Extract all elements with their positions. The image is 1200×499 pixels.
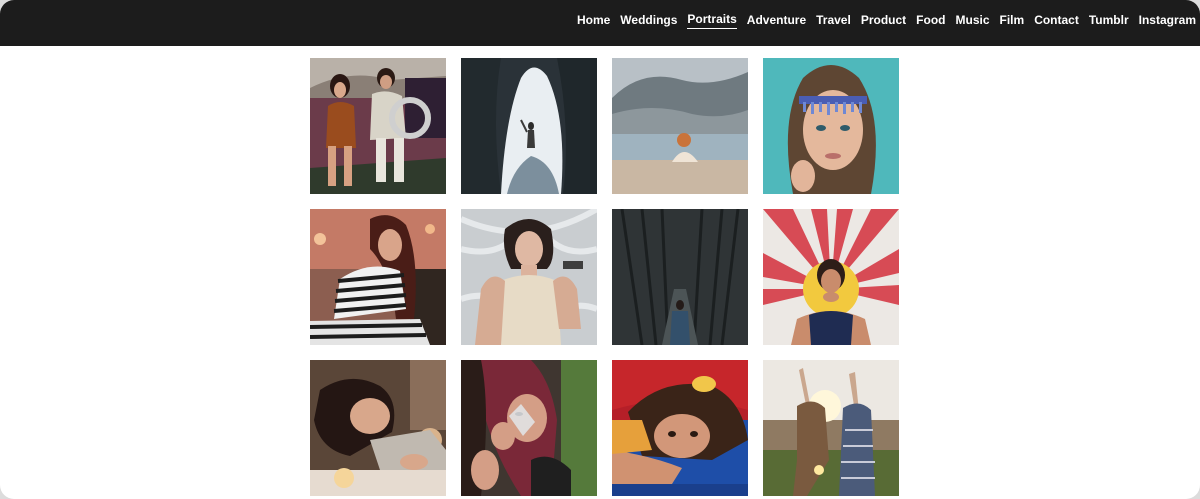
nav-instagram[interactable]: Instagram xyxy=(1139,12,1196,29)
top-navigation-bar: Home Weddings Portraits Adventure Travel… xyxy=(0,0,1200,46)
nav-weddings[interactable]: Weddings xyxy=(620,12,677,29)
nav-adventure[interactable]: Adventure xyxy=(747,12,806,29)
nav-portraits[interactable]: Portraits xyxy=(687,11,737,29)
gallery-photo-sunburst[interactable] xyxy=(763,209,899,345)
gallery-photo-cave[interactable] xyxy=(461,58,597,194)
nav-tumblr[interactable]: Tumblr xyxy=(1089,12,1129,29)
gallery-photo-table[interactable] xyxy=(310,360,446,496)
gallery-photo-blue-blanket[interactable] xyxy=(612,360,748,496)
gallery-photo-crystal[interactable] xyxy=(461,360,597,496)
gallery-photo-forest[interactable] xyxy=(612,209,748,345)
nav-contact[interactable]: Contact xyxy=(1034,12,1079,29)
portrait-gallery-grid xyxy=(310,58,899,496)
nav-travel[interactable]: Travel xyxy=(816,12,851,29)
nav-home[interactable]: Home xyxy=(577,12,610,29)
gallery-photo-headband-girl[interactable] xyxy=(763,58,899,194)
nav-music[interactable]: Music xyxy=(956,12,990,29)
gallery-photo-sunset-friends[interactable] xyxy=(763,360,899,496)
nav-product[interactable]: Product xyxy=(861,12,906,29)
nav-film[interactable]: Film xyxy=(1000,12,1025,29)
gallery-photo-lake[interactable] xyxy=(612,58,748,194)
nav-food[interactable]: Food xyxy=(916,12,945,29)
main-nav: Home Weddings Portraits Adventure Travel… xyxy=(577,11,1196,29)
gallery-photo-fabric[interactable] xyxy=(461,209,597,345)
gallery-photo-striped-dress[interactable] xyxy=(310,209,446,345)
gallery-photo-couple-in-car[interactable] xyxy=(310,58,446,194)
page-frame: Home Weddings Portraits Adventure Travel… xyxy=(0,0,1200,499)
